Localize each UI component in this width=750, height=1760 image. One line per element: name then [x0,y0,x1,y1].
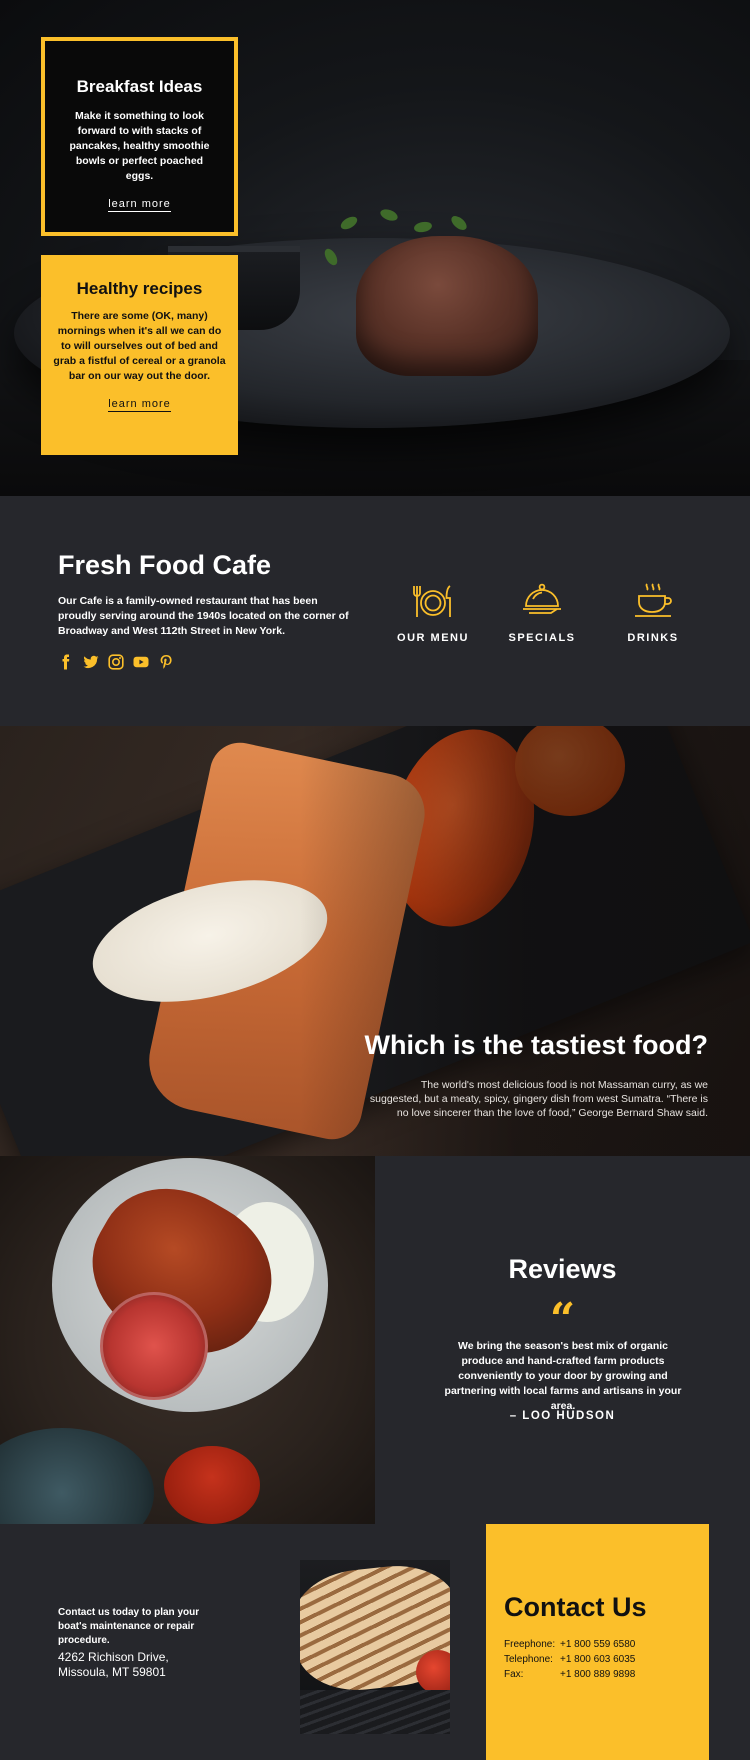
healthy-recipes-title: Healthy recipes [76,279,203,298]
cloche-icon [492,578,592,620]
review-text: We bring the season's best mix of organi… [444,1340,682,1412]
breakfast-ideas-text: Make it something to look forward to wit… [69,110,210,182]
healthy-recipes-text: There are some (OK, many) mornings when … [53,310,226,382]
herb-garnish [448,213,470,233]
reviews-section: Reviews “ We bring the season's best mix… [375,1156,750,1524]
contact-row-telephone: Telephone: +1 800 603 6035 [504,1652,691,1667]
healthy-learn-more-link[interactable]: learn more [108,398,171,412]
social-links [58,654,174,670]
service-drinks[interactable]: DRINKS [603,578,703,644]
breakfast-learn-more-link[interactable]: learn more [108,198,171,212]
contact-address: 4262 Richison Drive, Missoula, MT 59801 [58,1650,169,1680]
sauce-bowl [164,1446,260,1524]
breakfast-ideas-card: Breakfast Ideas Make it something to loo… [41,37,238,236]
instagram-icon[interactable] [108,654,124,670]
tastiest-food-quote: The world's most delicious food is not M… [369,1079,708,1119]
side-bowl [0,1428,154,1524]
twitter-icon[interactable] [83,654,99,670]
hero-section: Breakfast Ideas Make it something to loo… [0,0,750,496]
review-author: – LOO HUDSON [509,1410,616,1422]
contact-key: Freephone: [504,1639,556,1650]
pinterest-icon[interactable] [158,654,174,670]
herb-garnish [413,220,433,234]
cafe-title: Fresh Food Cafe [58,550,272,580]
service-label: DRINKS [627,632,679,644]
salsa-bowl [100,1292,208,1400]
service-label: OUR MENU [397,632,469,644]
coffee-cup-icon [603,578,703,620]
service-specials[interactable]: SPECIALS [492,578,592,644]
youtube-icon[interactable] [133,654,149,670]
contact-title: Contact Us [504,1592,647,1622]
contact-key: Telephone: [504,1654,553,1665]
contact-fax-value: +1 800 889 9898 [560,1669,636,1680]
contact-row-freephone: Freephone: +1 800 559 6580 [504,1637,691,1652]
contact-row-fax: Fax: +1 800 889 9898 [504,1667,691,1682]
tastiest-food-section: Which is the tastiest food? The world's … [0,726,750,1156]
hero-steak-image [356,236,538,376]
reviews-title: Reviews [508,1254,617,1284]
contact-phone-link[interactable]: +1 800 603 6035 [560,1652,635,1667]
contact-lead-text: Contact us today to plan your boat's mai… [58,1607,200,1646]
breakfast-ideas-title: Breakfast Ideas [76,77,203,96]
service-label: SPECIALS [508,632,576,644]
kebab-dish-image [0,1156,375,1524]
quote-icon: “ [549,1294,576,1345]
plate-cutlery-icon [383,578,483,620]
contact-phone-link[interactable]: +1 800 559 6580 [560,1637,635,1652]
herb-garnish [378,207,400,223]
grill-pan [300,1690,450,1734]
tomato [416,1650,450,1694]
healthy-recipes-card: Healthy recipes There are some (OK, many… [41,255,238,455]
grilled-chicken-image [300,1560,450,1734]
facebook-icon[interactable] [58,654,74,670]
contact-key: Fax: [504,1669,524,1680]
address-line-2: Missoula, MT 59801 [58,1665,166,1679]
contact-card: Contact Us Freephone: +1 800 559 6580 Te… [486,1524,709,1760]
address-line-1: 4262 Richison Drive, [58,1650,169,1664]
contact-section: Contact us today to plan your boat's mai… [0,1524,750,1760]
cafe-description: Our Cafe is a family-owned restaurant th… [58,595,349,637]
tastiest-food-title: Which is the tastiest food? [364,1030,708,1060]
herb-garnish [338,214,360,232]
about-section: Fresh Food Cafe Our Cafe is a family-own… [0,496,750,726]
service-our-menu[interactable]: OUR MENU [383,578,483,644]
